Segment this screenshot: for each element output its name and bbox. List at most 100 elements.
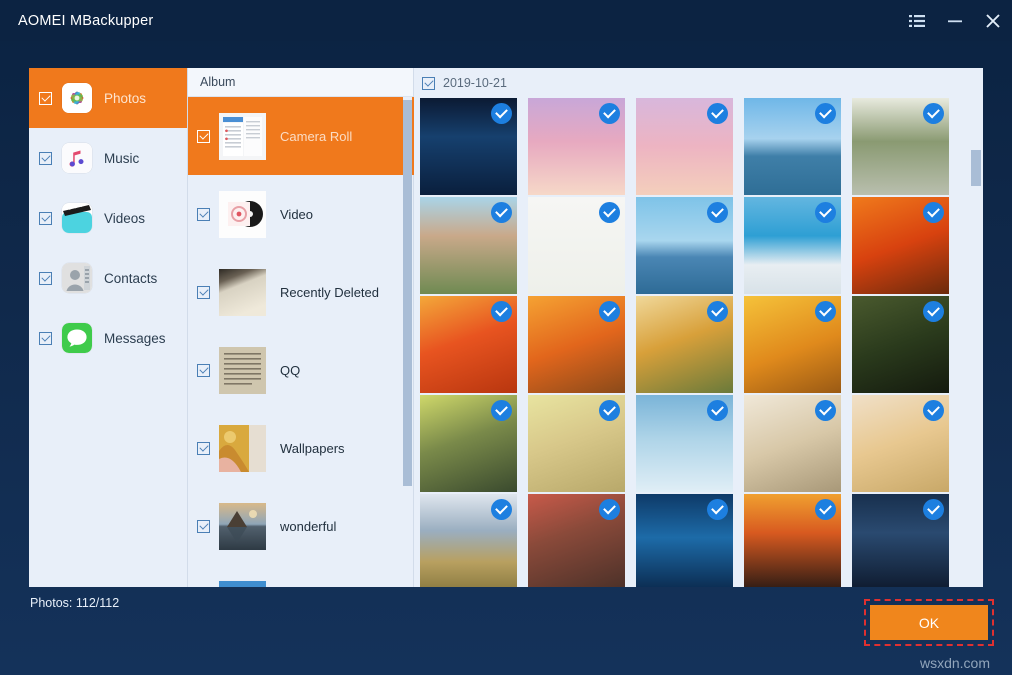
photo-thumbnail-yellow-rose-lattice[interactable] (852, 395, 949, 492)
checkbox-recently-deleted[interactable] (197, 286, 210, 299)
photo-thumbnail-lakeside-town[interactable] (744, 98, 841, 195)
photo-selected-check-icon[interactable] (491, 202, 512, 223)
photo-selected-check-icon[interactable] (707, 400, 728, 421)
checkbox-wallpapers[interactable] (197, 442, 210, 455)
photo-thumbnail-hand-with-leaf[interactable] (528, 395, 625, 492)
photo-thumbnail-pink-sunset-clouds[interactable] (528, 98, 625, 195)
photo-selected-check-icon[interactable] (815, 103, 836, 124)
photo-selected-check-icon[interactable] (923, 499, 944, 520)
album-item-wallpapers[interactable]: Wallpapers (188, 409, 414, 487)
photo-thumbnail-stone-lantern[interactable] (528, 296, 625, 393)
photo-selected-check-icon[interactable] (707, 301, 728, 322)
photo-selected-check-icon[interactable] (815, 499, 836, 520)
photo-selected-check-icon[interactable] (599, 301, 620, 322)
photo-selected-check-icon[interactable] (599, 400, 620, 421)
photo-thumbnail-neon-city-night[interactable] (420, 98, 517, 195)
photo-thumbnail-blossom-window[interactable] (528, 494, 625, 587)
photo-selected-check-icon[interactable] (707, 103, 728, 124)
photo-thumbnail-desert-highway[interactable] (420, 494, 517, 587)
photo-thumbnail-golden-foliage[interactable] (744, 296, 841, 393)
sidebar-item-contacts[interactable]: Contacts (29, 248, 187, 308)
album-item-qq[interactable]: QQ (188, 331, 414, 409)
videos-icon (62, 203, 92, 233)
photo-grid (420, 98, 960, 587)
photo-selected-check-icon[interactable] (491, 103, 512, 124)
photo-thumbnail-leaves-on-sky[interactable] (636, 395, 733, 492)
photo-thumbnail-red-maple-branch[interactable] (420, 296, 517, 393)
checkbox-wonderful[interactable] (197, 520, 210, 533)
photo-thumbnail-illustrated-house[interactable] (420, 197, 517, 294)
sidebar-item-videos[interactable]: Videos (29, 188, 187, 248)
photo-thumbnail-orange-maple-leaves[interactable] (852, 197, 949, 294)
photos-count-label: Photos: 112/112 (30, 596, 119, 610)
footer-bar: Photos: 112/112 OK wsxdn.com (0, 587, 1012, 675)
photo-selected-check-icon[interactable] (599, 103, 620, 124)
photo-thumbnail-shanghai-skyline[interactable] (636, 197, 733, 294)
ok-button[interactable]: OK (870, 605, 988, 640)
grid-scrollbar-thumb[interactable] (971, 150, 981, 186)
album-item-camera-roll[interactable]: Camera Roll (188, 97, 414, 175)
list-icon[interactable] (898, 0, 936, 41)
photo-thumbnail-white-blossoms[interactable] (744, 395, 841, 492)
photo-thumbnail-pastel-sky[interactable] (636, 98, 733, 195)
photo-thumbnail-dark-garden[interactable] (852, 296, 949, 393)
watermark: wsxdn.com (920, 655, 990, 671)
photo-selected-check-icon[interactable] (923, 400, 944, 421)
album-list[interactable]: Camera Roll Video (188, 97, 414, 587)
window-controls (898, 0, 1012, 41)
photo-selected-check-icon[interactable] (491, 301, 512, 322)
album-label-wonderful: wonderful (280, 519, 336, 534)
checkbox-date-group[interactable] (422, 77, 435, 90)
photo-selected-check-icon[interactable] (707, 499, 728, 520)
photo-thumbnail-tiny-planet[interactable] (636, 494, 733, 587)
sidebar-item-photos[interactable]: Photos (29, 68, 187, 128)
sidebar: Photos Music (29, 68, 188, 587)
music-icon (62, 143, 92, 173)
photo-selected-check-icon[interactable] (815, 400, 836, 421)
album-thumbnail (219, 113, 266, 160)
sidebar-label-photos: Photos (104, 91, 146, 106)
photo-selected-check-icon[interactable] (923, 202, 944, 223)
photo-thumbnail-forest-stream[interactable] (420, 395, 517, 492)
photo-selected-check-icon[interactable] (923, 103, 944, 124)
photo-selected-check-icon[interactable] (923, 301, 944, 322)
close-icon[interactable] (974, 0, 1012, 41)
album-thumbnail (219, 191, 266, 238)
checkbox-qq[interactable] (197, 364, 210, 377)
photo-selected-check-icon[interactable] (491, 400, 512, 421)
photo-selected-check-icon[interactable] (815, 202, 836, 223)
album-label-wallpapers: Wallpapers (280, 441, 345, 456)
checkbox-messages[interactable] (39, 332, 52, 345)
sidebar-label-videos: Videos (104, 211, 145, 226)
album-item-recently-deleted[interactable]: Recently Deleted (188, 253, 414, 331)
album-item-video[interactable]: Video (188, 175, 414, 253)
photo-selected-check-icon[interactable] (491, 499, 512, 520)
photo-selected-check-icon[interactable] (815, 301, 836, 322)
app-window: AOMEI MBackupper (0, 0, 1012, 675)
checkbox-video[interactable] (197, 208, 210, 221)
photo-thumbnail-country-road[interactable] (852, 98, 949, 195)
minimize-icon[interactable] (936, 0, 974, 41)
checkbox-music[interactable] (39, 152, 52, 165)
photo-thumbnail-night-city-street[interactable] (852, 494, 949, 587)
checkbox-contacts[interactable] (39, 272, 52, 285)
sidebar-item-messages[interactable]: Messages (29, 308, 187, 368)
photo-grid-panel: 2019-10-21 (414, 68, 983, 587)
album-item-partial[interactable] (188, 565, 414, 587)
checkbox-camera-roll[interactable] (197, 130, 210, 143)
checkbox-videos[interactable] (39, 212, 52, 225)
date-group-label: 2019-10-21 (443, 76, 507, 90)
sidebar-item-music[interactable]: Music (29, 128, 187, 188)
messages-icon (62, 323, 92, 353)
photo-thumbnail-sunset-street[interactable] (744, 494, 841, 587)
photo-thumbnail-seaside-pool[interactable] (744, 197, 841, 294)
album-scrollbar-thumb[interactable] (403, 100, 412, 486)
checkbox-photos[interactable] (39, 92, 52, 105)
photo-selected-check-icon[interactable] (707, 202, 728, 223)
photo-selected-check-icon[interactable] (599, 202, 620, 223)
date-group-header[interactable]: 2019-10-21 (414, 68, 983, 98)
photo-selected-check-icon[interactable] (599, 499, 620, 520)
photo-thumbnail-tree-deer-art[interactable] (528, 197, 625, 294)
album-item-wonderful[interactable]: wonderful (188, 487, 414, 565)
photo-thumbnail-autumn-window[interactable] (636, 296, 733, 393)
